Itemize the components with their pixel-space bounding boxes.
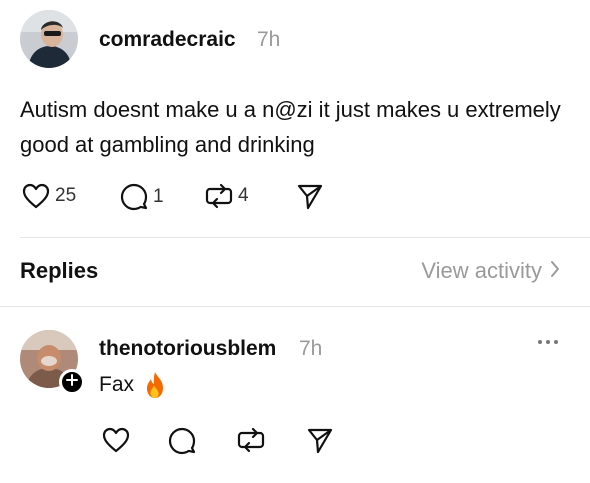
reply-username[interactable]: thenotoriousblem [99, 337, 276, 361]
follow-button[interactable] [59, 369, 85, 395]
reply-text: Fax [99, 373, 135, 396]
plus-icon [66, 373, 78, 391]
more-icon-dot [554, 340, 558, 344]
reply-comment-button[interactable] [168, 427, 196, 455]
comment-button[interactable]: 1 [120, 183, 164, 211]
repost-button[interactable]: 4 [205, 183, 249, 209]
divider [0, 306, 590, 307]
reply-repost-button[interactable] [237, 427, 265, 453]
repost-count: 4 [238, 185, 249, 206]
view-activity-label: View activity [421, 258, 542, 283]
reply-like-button[interactable] [102, 427, 130, 453]
heart-icon [22, 183, 50, 209]
more-icon-dot [546, 340, 550, 344]
reply-timestamp: 7h [299, 337, 323, 360]
divider [20, 237, 590, 238]
comment-icon [120, 183, 148, 211]
post-timestamp: 7h [257, 28, 281, 51]
repost-icon [205, 183, 233, 209]
fire-icon [143, 371, 167, 404]
like-button[interactable]: 25 [22, 183, 76, 209]
like-count: 25 [55, 185, 77, 206]
send-icon [296, 183, 324, 211]
post-author-avatar[interactable] [20, 10, 78, 68]
view-activity-link[interactable]: View activity [421, 258, 560, 284]
repost-icon [237, 427, 265, 453]
post-username[interactable]: comradecraic [99, 28, 236, 52]
more-options-button[interactable] [538, 340, 558, 344]
reply-share-button[interactable] [306, 427, 334, 455]
heart-icon [102, 427, 130, 453]
comment-icon [168, 427, 196, 455]
share-button[interactable] [296, 183, 324, 211]
chevron-right-icon [542, 258, 560, 284]
comment-count: 1 [153, 186, 164, 207]
send-icon [306, 427, 334, 455]
more-icon-dot [538, 340, 542, 344]
replies-heading: Replies [20, 258, 99, 283]
post-text: Autism doesnt make u a n@zi it just make… [20, 97, 561, 157]
